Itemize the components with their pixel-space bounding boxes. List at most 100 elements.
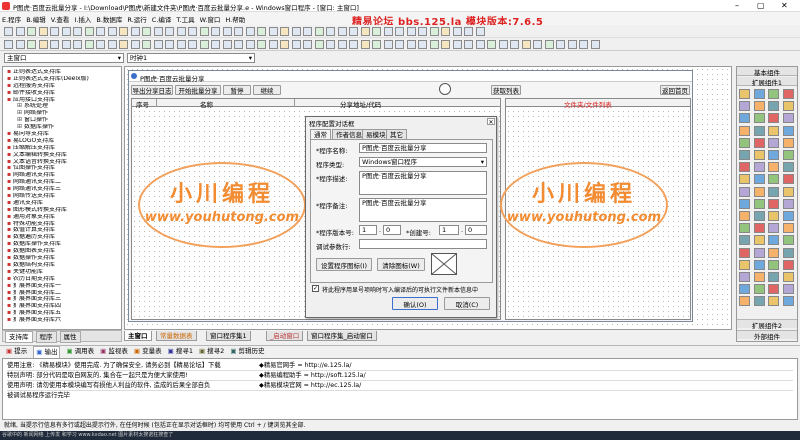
- component-icon[interactable]: [739, 101, 750, 112]
- tree-item[interactable]: ▪ 网络传送支持库: [7, 193, 121, 200]
- remark-input[interactable]: P图虎·百度云批量分享: [359, 198, 487, 222]
- tree-item[interactable]: ▪ 正则表达式支持库: [7, 69, 121, 76]
- component-icon[interactable]: [753, 186, 765, 197]
- toolbar-tool-icon[interactable]: [61, 40, 71, 49]
- component-icon[interactable]: [753, 272, 765, 282]
- build-major-input[interactable]: 1: [439, 225, 459, 235]
- tree-item[interactable]: ▪ 通用对象支持库: [7, 214, 121, 221]
- toolbar-tool-icon[interactable]: [257, 40, 266, 49]
- toolbar-tool-icon[interactable]: [395, 40, 404, 49]
- form-button-0[interactable]: 导出分享日志: [131, 85, 173, 95]
- component-icon[interactable]: [739, 259, 750, 270]
- toolbar-tool-icon[interactable]: [165, 40, 174, 49]
- tree-item[interactable]: ▪ 位图操作支持库: [7, 165, 121, 172]
- tree-item[interactable]: ▪ 扩展界面支持库五: [7, 310, 121, 317]
- component-icon[interactable]: [768, 272, 779, 282]
- tree-item[interactable]: ▪ 数据操作支持库: [7, 255, 121, 262]
- editor-tab-4[interactable]: 窗口程序集_启动窗口: [307, 331, 377, 341]
- component-icon[interactable]: [768, 137, 779, 148]
- close-button[interactable]: ✕: [781, 1, 788, 10]
- tree-item[interactable]: ▪ 数据库操作支持库: [7, 241, 121, 248]
- toolbar-tool-icon[interactable]: [464, 40, 473, 49]
- toolbar-tool-icon[interactable]: [429, 40, 439, 49]
- menu-item-7[interactable]: T.工具: [176, 14, 194, 24]
- tree-item[interactable]: ▪ 文本编辑转换支持库: [7, 152, 121, 159]
- component-icon[interactable]: [782, 284, 794, 295]
- toolbar-tool-icon[interactable]: [372, 27, 381, 36]
- toolbar-tool-icon[interactable]: [291, 40, 301, 49]
- component-icon[interactable]: [768, 101, 779, 112]
- component-icon[interactable]: [753, 235, 765, 246]
- component-icon[interactable]: [739, 223, 750, 234]
- dialog-tab-3[interactable]: 其它: [386, 129, 407, 139]
- component-icon[interactable]: [768, 284, 779, 295]
- editor-tab-3[interactable]: _启动窗口: [266, 331, 304, 341]
- component-icon[interactable]: [782, 247, 794, 258]
- left-tab-1[interactable]: 程序: [35, 331, 57, 343]
- tree-item[interactable]: ▪ 数据图表支持库: [7, 248, 121, 255]
- toolbar-tool-icon[interactable]: [73, 40, 82, 49]
- toolbar-tool-icon[interactable]: [257, 27, 266, 36]
- toolbar-tool-icon[interactable]: [27, 40, 36, 49]
- component-icon[interactable]: [739, 125, 750, 136]
- toolbar-tool-icon[interactable]: [406, 40, 416, 49]
- toolbar-tool-icon[interactable]: [303, 27, 312, 36]
- set-icon-button[interactable]: 设置程序图标(I): [316, 258, 372, 271]
- component-icon[interactable]: [782, 162, 794, 173]
- tree-item[interactable]: ▪ 文本语音转换支持库: [7, 159, 121, 166]
- toolbar-tool-icon[interactable]: [556, 40, 565, 49]
- toolbar-tool-icon[interactable]: [280, 27, 289, 36]
- component-icon[interactable]: [753, 223, 765, 234]
- menu-item-4[interactable]: B.数据库: [96, 14, 122, 24]
- tree-item[interactable]: ▪ 通讯支持库: [7, 200, 121, 207]
- dialog-close-icon[interactable]: ✕: [487, 118, 495, 126]
- toolbar-tool-icon[interactable]: [314, 40, 324, 49]
- toolbar-tool-icon[interactable]: [61, 27, 71, 36]
- toolbar-tool-icon[interactable]: [245, 27, 255, 36]
- toolbar-tool-icon[interactable]: [487, 40, 496, 49]
- toolbar-tool-icon[interactable]: [165, 27, 174, 36]
- component-icon[interactable]: [753, 296, 765, 307]
- dialog-tab-1[interactable]: 作者信息: [332, 129, 366, 139]
- tree-item[interactable]: ▪ 扩展界面支持库一: [7, 283, 121, 290]
- tree-item[interactable]: ▪ 易向导支持库: [7, 131, 121, 138]
- toolbar-tool-icon[interactable]: [234, 40, 243, 49]
- component-panel-title[interactable]: 基本组件: [737, 67, 797, 77]
- toolbar-tool-icon[interactable]: [452, 40, 462, 49]
- back-home-button[interactable]: 返回首页: [660, 85, 690, 95]
- ok-button[interactable]: 确认(O): [392, 297, 438, 310]
- tree-item[interactable]: ▪ 扩展界面支持库二: [7, 290, 121, 297]
- toolbar-tool-icon[interactable]: [590, 40, 600, 49]
- toolbar-tool-icon[interactable]: [153, 40, 163, 49]
- left-tab-0[interactable]: 支持库: [5, 331, 33, 343]
- menu-item-0[interactable]: E.程序: [2, 14, 21, 24]
- component-icon[interactable]: [782, 223, 794, 234]
- component-icon[interactable]: [782, 259, 794, 270]
- toolbar-tool-icon[interactable]: [360, 27, 370, 36]
- debug-param-input[interactable]: [359, 239, 487, 249]
- editor-tab-1[interactable]: 常量数据表: [156, 331, 197, 341]
- component-icon[interactable]: [753, 211, 765, 221]
- toolbar-tool-icon[interactable]: [303, 40, 312, 49]
- toolbar-tool-icon[interactable]: [211, 40, 220, 49]
- toolbar-tool-icon[interactable]: [73, 27, 82, 36]
- component-icon[interactable]: [739, 211, 750, 221]
- component-icon[interactable]: [768, 113, 779, 124]
- toolbar-tool-icon[interactable]: [96, 27, 105, 36]
- component-icon[interactable]: [768, 186, 779, 197]
- toolbar-tool-icon[interactable]: [349, 27, 358, 36]
- toolbar-tool-icon[interactable]: [245, 40, 255, 49]
- toolbar-tool-icon[interactable]: [222, 27, 232, 36]
- toolbar-tool-icon[interactable]: [107, 27, 117, 36]
- toolbar-tool-icon[interactable]: [383, 27, 393, 36]
- tree-item[interactable]: ⊞ 数据库操作: [7, 124, 121, 131]
- component-icon[interactable]: [739, 247, 750, 258]
- menu-item-9[interactable]: H.帮助: [225, 14, 245, 24]
- toolbar-tool-icon[interactable]: [268, 27, 278, 36]
- toolbar-tool-icon[interactable]: [142, 40, 151, 49]
- component-icon[interactable]: [739, 235, 750, 246]
- toolbar-tool-icon[interactable]: [222, 40, 232, 49]
- component-icon[interactable]: [768, 223, 779, 234]
- extension-1-tab[interactable]: 扩展组件1: [737, 77, 797, 87]
- component-icon[interactable]: [753, 162, 765, 173]
